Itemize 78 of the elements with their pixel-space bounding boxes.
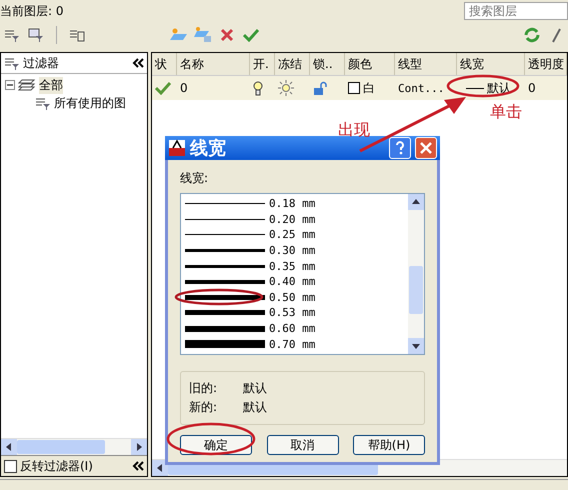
column-header[interactable]: 锁.. (310, 53, 345, 75)
sun-icon[interactable] (278, 80, 294, 96)
column-header[interactable]: 名称 (177, 53, 250, 75)
scrollbar-thumb[interactable] (17, 440, 105, 454)
checkbox[interactable] (4, 460, 17, 472)
dialog-title: 线宽 (190, 137, 227, 160)
lineweight-label[interactable]: 0.70 mm (269, 338, 316, 351)
column-header[interactable]: 冻结 (275, 53, 310, 75)
search-field[interactable]: 搜索图层 (464, 2, 568, 20)
lineweight-label[interactable]: 0.60 mm (269, 322, 316, 336)
table-cell: Cont... (398, 82, 444, 94)
column-header[interactable]: 颜色 (345, 53, 395, 75)
close-button[interactable] (415, 137, 437, 159)
lineweight-label[interactable]: 0.25 mm (269, 228, 316, 242)
triangle-icon (411, 341, 421, 351)
layers-icon (18, 79, 36, 91)
filter-panel-title: 过滤器 (23, 54, 59, 72)
color-swatch[interactable] (348, 82, 360, 94)
new-label: 新的: (189, 399, 218, 416)
lineweight-sample[interactable] (185, 280, 265, 284)
scrollbar-thumb[interactable] (409, 266, 423, 314)
triangle-icon (4, 442, 14, 452)
unlocked-padlock-icon[interactable] (313, 80, 329, 96)
scroll-up-button[interactable] (408, 194, 424, 210)
lineweight-sample[interactable] (185, 264, 265, 268)
app-icon (168, 139, 186, 157)
lineweight-sample[interactable] (185, 340, 265, 348)
filter-icon (4, 56, 20, 70)
table-cell: 白 (363, 80, 375, 96)
lineweight-sample[interactable] (185, 218, 265, 220)
lineweight-label[interactable]: 0.40 mm (269, 275, 316, 288)
column-header[interactable]: 开. (250, 53, 275, 75)
scroll-left-button[interactable] (152, 460, 168, 476)
new-value: 默认 (243, 399, 268, 416)
tree-item[interactable]: 所有使用的图 (54, 94, 126, 112)
column-header[interactable]: 状 (152, 53, 177, 75)
annotation-text: 单击 (490, 102, 522, 123)
collapse-icon[interactable] (132, 58, 144, 68)
triangle-icon (155, 463, 165, 473)
lineweight-sample[interactable] (185, 249, 265, 252)
annotation-text: 出现 (338, 120, 370, 141)
refresh-icon[interactable] (522, 25, 542, 45)
lineweight-label[interactable]: 0.30 mm (269, 244, 316, 258)
scroll-left-button[interactable] (1, 439, 17, 455)
filter-icon (35, 96, 51, 110)
table-cell: 0 (528, 81, 536, 95)
scroll-down-button[interactable] (408, 338, 424, 354)
table-cell: 0 (180, 81, 188, 95)
column-header[interactable]: 线型 (395, 53, 457, 75)
lineweight-label[interactable]: 0.20 mm (269, 212, 316, 226)
triangle-icon (411, 197, 421, 207)
lineweight-label[interactable]: 0.50 mm (269, 290, 316, 304)
list-label: 线宽: (180, 170, 210, 187)
collapse-icon[interactable] (132, 461, 144, 471)
lineweight-sample[interactable] (185, 310, 265, 316)
dialog-button[interactable]: 取消 (266, 435, 338, 455)
lineweight-sample[interactable] (185, 326, 265, 332)
close-icon (420, 142, 432, 154)
lineweight-label[interactable]: 0.35 mm (269, 260, 316, 273)
lineweight-label[interactable]: 0.53 mm (269, 306, 316, 320)
question-icon (395, 141, 405, 155)
lineweight-sample[interactable] (185, 294, 265, 300)
old-value: 默认 (243, 380, 268, 397)
lineweight-label[interactable]: 0.18 mm (269, 197, 316, 210)
tree-item[interactable]: 全部 (39, 76, 63, 94)
scroll-right-button[interactable] (131, 439, 147, 455)
lightbulb-icon[interactable] (253, 80, 263, 96)
lineweight-sample[interactable] (185, 234, 265, 236)
column-header[interactable]: 线宽 (457, 53, 525, 75)
dialog-button[interactable]: 帮助(H) (353, 435, 425, 455)
lineweight-sample[interactable] (185, 203, 265, 204)
invert-filter-label: 反转过滤器(I) (20, 458, 93, 474)
current-layer-label: 当前图层: 0 (0, 2, 64, 20)
collapse-toggle-icon[interactable] (5, 80, 15, 90)
triangle-icon (134, 442, 144, 452)
help-button[interactable] (389, 137, 411, 159)
old-label: 旧的: (189, 380, 218, 397)
column-header[interactable]: 透明度 (525, 53, 567, 75)
